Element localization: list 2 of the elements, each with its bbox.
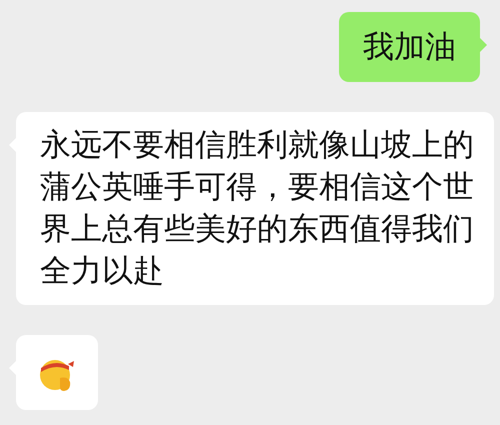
message-bubble: 我加油 <box>339 12 480 82</box>
message-bubble: 永远不要相信胜利就像山坡上的蒲公英唾手可得，要相信这个世界上总有些美好的东西值得我们全力以赴 <box>16 112 494 305</box>
